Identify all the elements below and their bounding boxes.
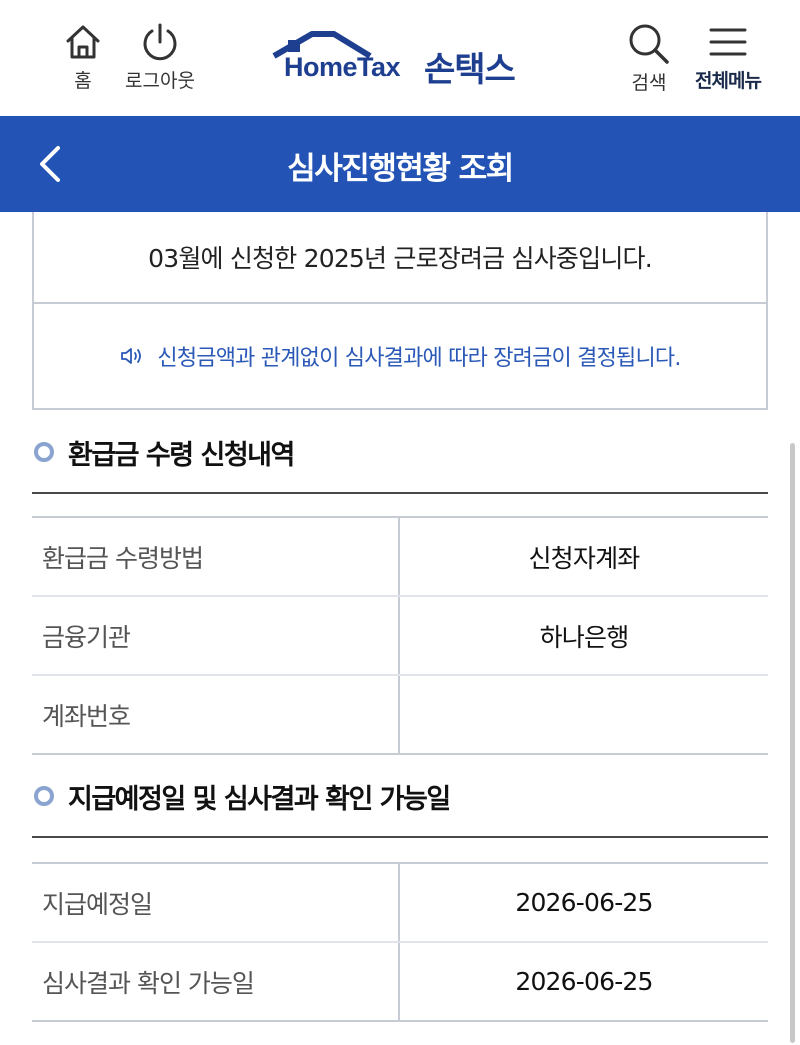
scrollbar[interactable]: [790, 443, 795, 1043]
bank-label: 금융기관: [32, 597, 400, 674]
schedule-section-heading: 지급예정일 및 심사결과 확인 가능일: [32, 756, 768, 838]
section-bullet-icon: [34, 786, 54, 806]
result-date-label: 심사결과 확인 가능일: [32, 943, 400, 1020]
refund-section-title: 환급금 수령 신청내역: [68, 439, 295, 471]
review-status-box: 03월에 신청한 2025년 근로장려금 심사중입니다. 신청금액과 관계없이 …: [32, 212, 768, 410]
table-row: 심사결과 확인 가능일 2026-06-25: [32, 943, 768, 1022]
payment-date-label: 지급예정일: [32, 864, 400, 941]
logout-button[interactable]: 로그아웃: [118, 22, 202, 93]
bank-value: 하나은행: [539, 622, 630, 652]
search-icon: [629, 24, 669, 64]
search-label: 검색: [631, 72, 667, 94]
table-row: 계좌번호: [32, 676, 768, 755]
table-row: 지급예정일 2026-06-25: [32, 864, 768, 943]
account-number-label: 계좌번호: [32, 676, 400, 753]
logo-text-ko: 손택스: [424, 50, 516, 90]
home-icon: [66, 25, 100, 59]
search-button[interactable]: 검색: [620, 22, 678, 95]
page-title: 심사진행현황 조회: [287, 151, 514, 187]
refund-method-label: 환급금 수령방법: [32, 518, 400, 595]
account-number-value: [400, 676, 768, 753]
hamburger-menu-icon: [709, 28, 747, 56]
result-date-value: 2026-06-25: [515, 967, 653, 996]
title-bar: 심사진행현황 조회: [0, 116, 800, 212]
refund-section-heading: 환급금 수령 신청내역: [32, 412, 768, 494]
review-notice: 신청금액과 관계없이 심사결과에 따라 장려금이 결정됩니다.: [34, 304, 766, 408]
section-bullet-icon: [34, 442, 54, 462]
schedule-section-title: 지급예정일 및 심사결과 확인 가능일: [68, 783, 451, 815]
table-row: 환급금 수령방법 신청자계좌: [32, 518, 768, 597]
home-button[interactable]: 홈: [58, 22, 108, 93]
review-status-text: 03월에 신청한 2025년 근로장려금 심사중입니다.: [34, 212, 766, 304]
home-label: 홈: [74, 70, 92, 92]
payment-date-value: 2026-06-25: [515, 888, 653, 917]
refund-method-value: 신청자계좌: [528, 543, 640, 573]
top-header: 홈 로그아웃 HomeTax 손택스 검색 전체메뉴: [0, 0, 800, 116]
table-row: 금융기관 하나은행: [32, 597, 768, 676]
speaker-icon: [121, 348, 142, 364]
power-icon: [143, 23, 177, 61]
full-menu-label: 전체메뉴: [695, 70, 762, 92]
logo-text-en: HomeTax: [284, 52, 401, 82]
refund-info-table: 환급금 수령방법 신청자계좌 금융기관 하나은행 계좌번호: [32, 516, 768, 755]
logout-label: 로그아웃: [125, 70, 195, 92]
full-menu-button[interactable]: 전체메뉴: [686, 22, 770, 93]
schedule-info-table: 지급예정일 2026-06-25 심사결과 확인 가능일 2026-06-25: [32, 862, 768, 1022]
review-notice-text: 신청금액과 관계없이 심사결과에 따라 장려금이 결정됩니다.: [157, 346, 681, 371]
hometax-logo[interactable]: HomeTax 손택스: [272, 30, 534, 90]
